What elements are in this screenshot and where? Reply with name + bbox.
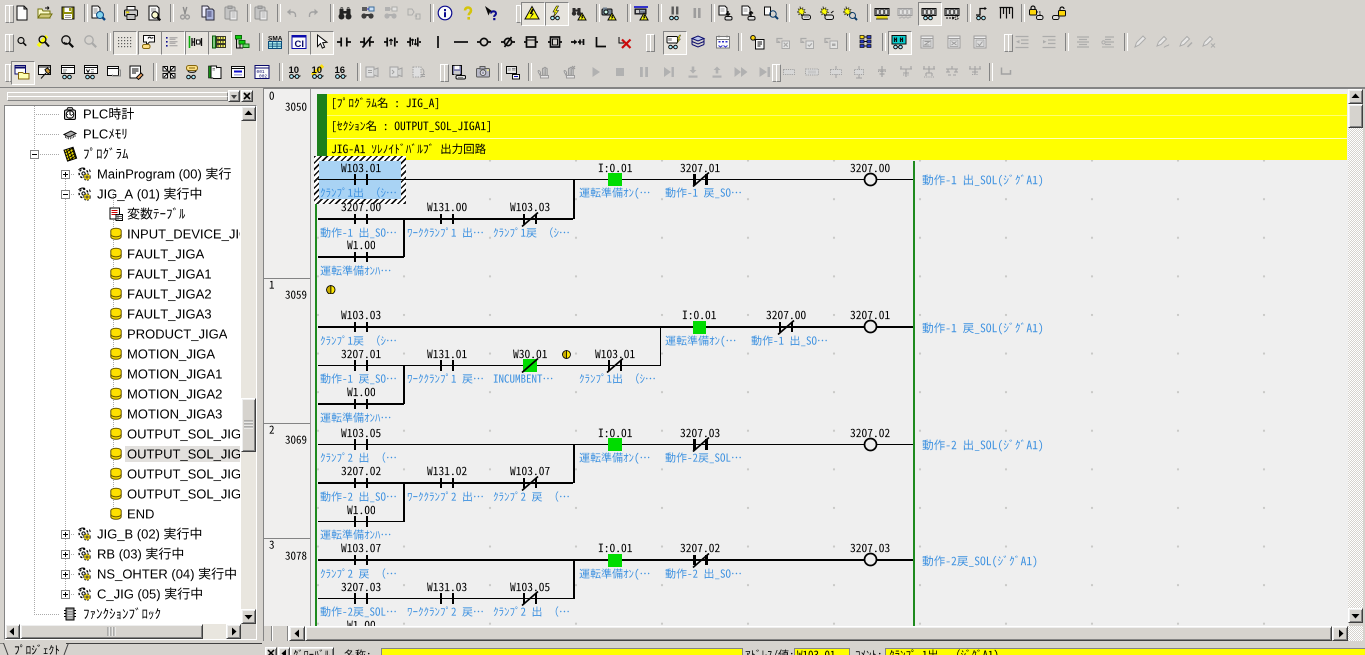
- svg-text:CI: CI: [295, 39, 305, 50]
- svg-text:002: 002: [259, 74, 267, 80]
